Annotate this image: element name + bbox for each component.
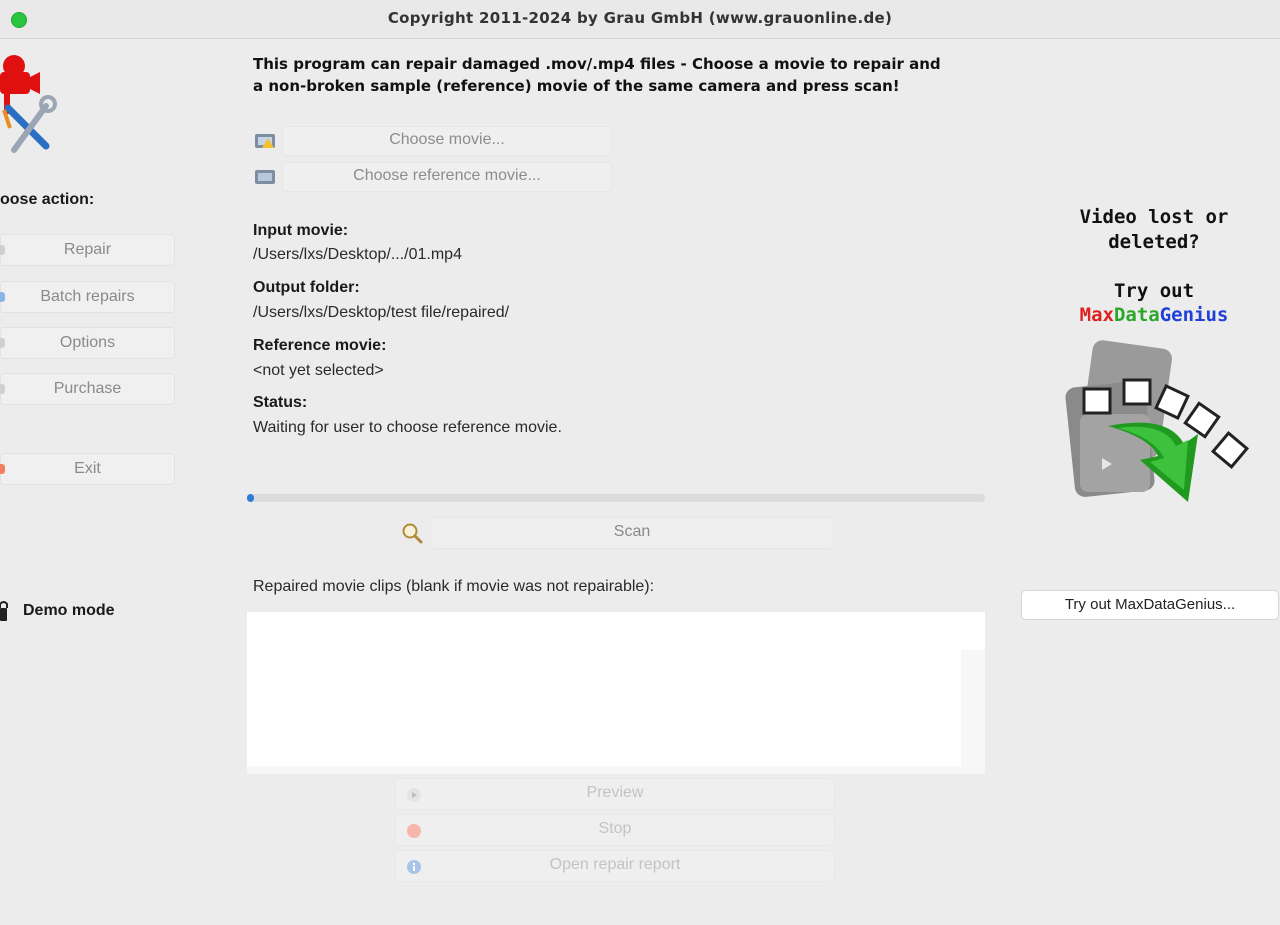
window-title: Copyright 2011-2024 by Grau GmbH (www.gr… (387, 9, 893, 27)
stop-button[interactable]: Stop (395, 814, 835, 846)
brand-genius: Genius (1159, 304, 1229, 326)
purchase-bullet-icon (0, 384, 5, 394)
options-bullet-icon (0, 338, 5, 348)
status-label: Status: (253, 394, 308, 411)
preview-button[interactable]: Preview (395, 778, 835, 810)
title-bar: Copyright 2011-2024 by Grau GmbH (www.gr… (0, 0, 1280, 39)
intro-text: This program can repair damaged .mov/.mp… (253, 53, 993, 97)
choose-movie-button[interactable]: Choose movie... (282, 126, 612, 156)
repair-bullet-icon (0, 245, 5, 255)
stop-icon (406, 821, 422, 838)
input-movie-value: /Users/lxs/Desktop/.../01.mp4 (253, 246, 462, 263)
brand-max: Max (1079, 304, 1114, 326)
scan-button[interactable]: Scan (430, 517, 834, 549)
purchase-button[interactable]: Purchase (0, 373, 175, 405)
stop-label: Stop (598, 820, 632, 837)
search-icon (400, 521, 424, 545)
app-logo-icon (0, 48, 60, 163)
scan-label: Scan (613, 523, 651, 540)
reference-movie-label: Reference movie: (253, 337, 387, 354)
lock-icon (0, 600, 8, 622)
exit-bullet-icon (0, 464, 5, 474)
demo-mode-label: Demo mode (23, 602, 115, 619)
info-icon (406, 857, 422, 874)
batch-repairs-bullet-icon (0, 292, 5, 302)
intro-line-1: This program can repair damaged .mov/.mp… (253, 55, 941, 73)
promo-line-2: deleted? (1108, 231, 1200, 253)
reference-film-icon (254, 168, 276, 186)
exit-button[interactable]: Exit (0, 453, 175, 485)
progress-fill (247, 494, 255, 502)
batch-repairs-label: Batch repairs (40, 288, 135, 305)
brand-data: Data (1113, 304, 1160, 326)
clips-label: Repaired movie clips (blank if movie was… (253, 578, 655, 595)
repair-button[interactable]: Repair (0, 234, 175, 266)
batch-repairs-button[interactable]: Batch repairs (0, 281, 175, 313)
output-folder-value: /Users/lxs/Desktop/test file/repaired/ (253, 304, 510, 321)
repaired-clips-list[interactable] (247, 612, 985, 774)
choose-action-heading: oose action: (0, 191, 95, 208)
film-icon (254, 132, 276, 150)
open-repair-report-button[interactable]: Open repair report (395, 850, 835, 882)
progress-bar (247, 494, 985, 502)
clips-list-header (247, 612, 985, 650)
exit-label: Exit (74, 460, 101, 477)
open-repair-report-label: Open repair report (549, 856, 681, 873)
play-icon (406, 785, 422, 802)
maxdatagenius-promo-icon (1058, 334, 1258, 519)
options-label: Options (59, 334, 116, 351)
promo-line-3: Try out (1113, 280, 1195, 302)
preview-label: Preview (586, 784, 644, 801)
maxdatagenius-brand: MaxDataGenius (1030, 303, 1278, 328)
options-button[interactable]: Options (0, 327, 175, 359)
purchase-label: Purchase (53, 380, 122, 397)
choose-reference-movie-button[interactable]: Choose reference movie... (282, 162, 612, 192)
reference-movie-value: <not yet selected> (253, 362, 384, 379)
intro-line-2: a non-broken sample (reference) movie of… (253, 77, 900, 95)
status-value: Waiting for user to choose reference mov… (253, 419, 562, 436)
repair-label: Repair (63, 241, 112, 258)
promo-line-1: Video lost or (1079, 206, 1229, 228)
output-folder-label: Output folder: (253, 279, 360, 296)
clips-list-body[interactable] (247, 650, 961, 766)
try-maxdatagenius-button[interactable]: Try out MaxDataGenius... (1021, 590, 1279, 620)
input-movie-label: Input movie: (253, 222, 349, 239)
